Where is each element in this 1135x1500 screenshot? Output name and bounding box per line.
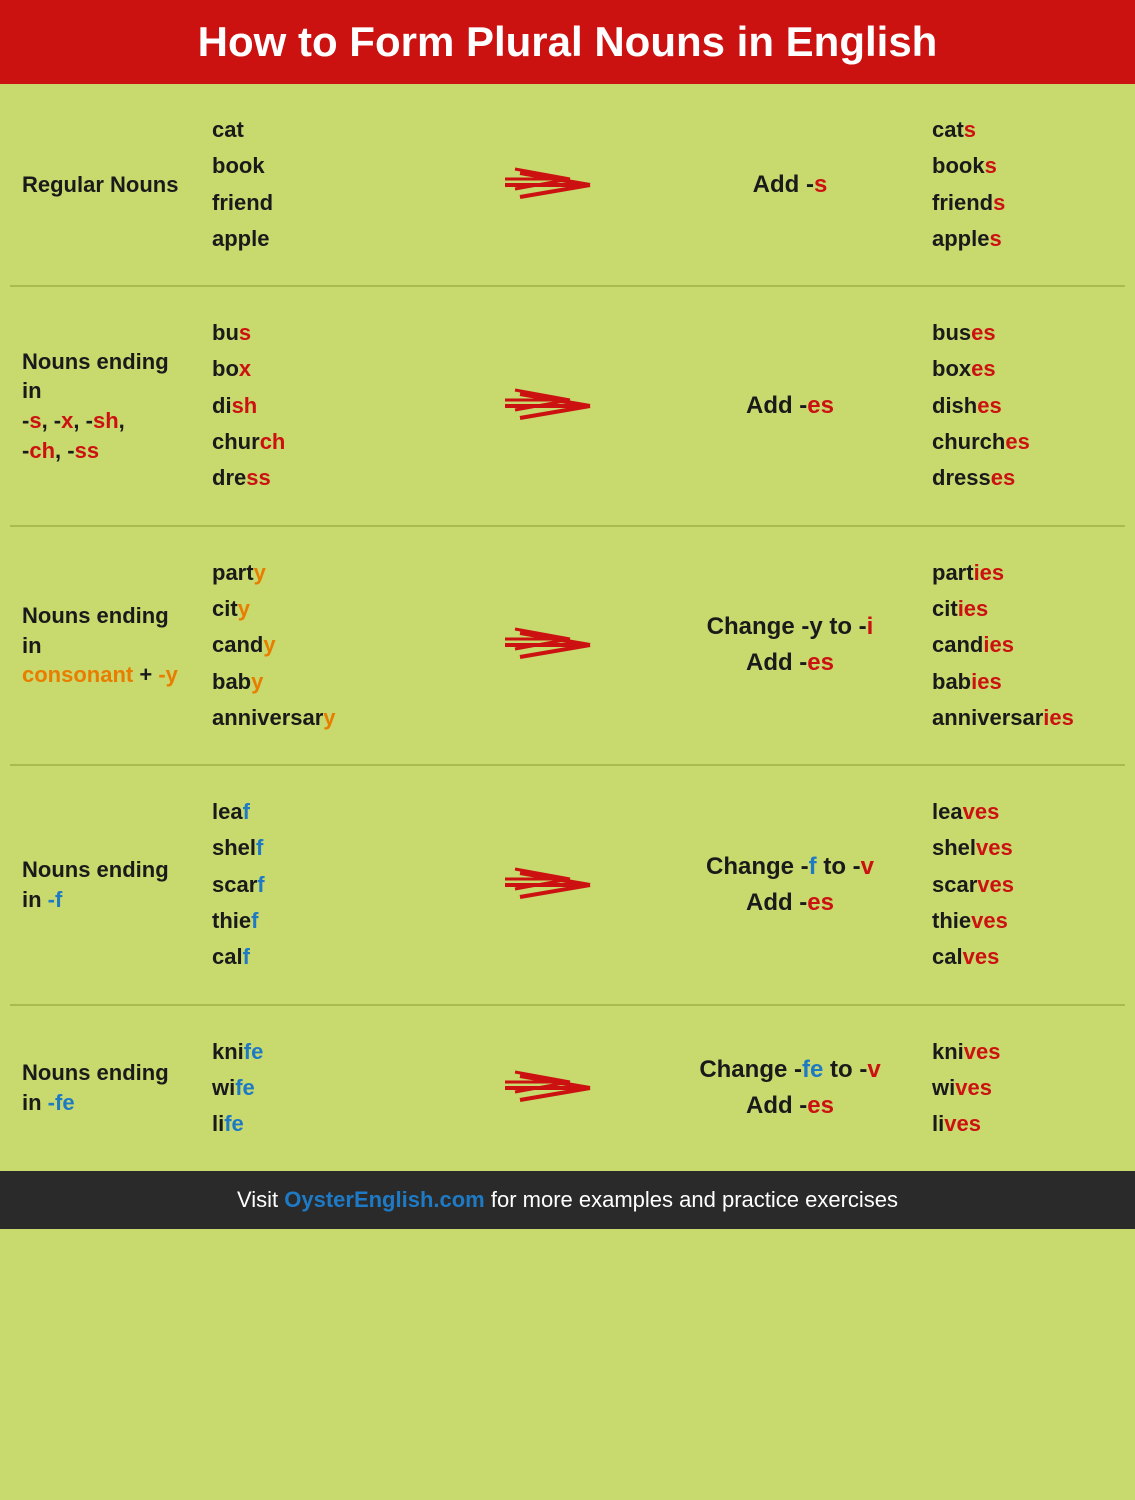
rule-fe: Change -fe to -v Add -es: [660, 1052, 920, 1124]
table-row: Nouns ending in -fe knife wife life Chan…: [10, 1006, 1125, 1171]
plurals-sxsh: buses boxes dishes churches dresses: [920, 305, 1135, 506]
rule-regular: Add -s: [660, 167, 920, 203]
header: How to Form Plural Nouns in English: [0, 0, 1135, 84]
examples-consonanty: party city candy baby anniversary: [200, 545, 460, 746]
rule-consonanty: Change -y to -i Add -es: [660, 609, 920, 681]
page-wrapper: How to Form Plural Nouns in English Regu…: [0, 0, 1135, 1229]
arrow-fe: [460, 1068, 660, 1108]
page-title: How to Form Plural Nouns in English: [20, 18, 1115, 66]
arrow-icon: [500, 386, 620, 426]
arrow-icon: [500, 165, 620, 205]
table-row: Regular Nouns catbookfriendapple Add -s …: [10, 84, 1125, 287]
plurals-regular: cats books friends apples: [920, 102, 1135, 267]
arrow-consonanty: [460, 625, 660, 665]
plurals-fe: knives wives lives: [920, 1024, 1135, 1153]
table-body: Regular Nouns catbookfriendapple Add -s …: [0, 84, 1135, 1171]
arrow-icon: [500, 1068, 620, 1108]
footer: Visit OysterEnglish.com for more example…: [0, 1171, 1135, 1229]
rule-sxsh: Add -es: [660, 388, 920, 424]
category-consonanty: Nouns ending in consonant + -y: [10, 591, 200, 700]
arrow-regular: [460, 165, 660, 205]
category-f: Nouns ending in -f: [10, 845, 200, 924]
arrow-icon: [500, 865, 620, 905]
arrow-f: [460, 865, 660, 905]
plurals-consonanty: parties cities candies babies anniversar…: [920, 545, 1135, 746]
footer-text-before: Visit: [237, 1187, 284, 1212]
category-regular: Regular Nouns: [10, 160, 200, 210]
table-row: Nouns ending in -f leaf shelf scarf thie…: [10, 766, 1125, 1005]
examples-f: leaf shelf scarf thief calf: [200, 784, 460, 985]
examples-regular: catbookfriendapple: [200, 102, 460, 267]
arrow-sxsh: [460, 386, 660, 426]
table-row: Nouns ending in -s, -x, -sh, -ch, -ss bu…: [10, 287, 1125, 526]
table-row: Nouns ending in consonant + -y party cit…: [10, 527, 1125, 766]
rule-f: Change -f to -v Add -es: [660, 849, 920, 921]
examples-fe: knife wife life: [200, 1024, 460, 1153]
examples-sxsh: bus box dish church dress: [200, 305, 460, 506]
footer-site: OysterEnglish.com: [284, 1187, 485, 1212]
category-fe: Nouns ending in -fe: [10, 1048, 200, 1127]
footer-text-after: for more examples and practice exercises: [485, 1187, 898, 1212]
category-sxsh: Nouns ending in -s, -x, -sh, -ch, -ss: [10, 337, 200, 476]
plurals-f: leaves shelves scarves thieves calves: [920, 784, 1135, 985]
arrow-icon: [500, 625, 620, 665]
